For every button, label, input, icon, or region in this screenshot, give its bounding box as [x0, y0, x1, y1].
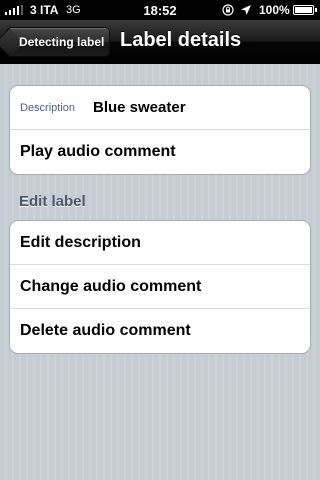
location-arrow-icon — [241, 5, 251, 15]
rotation-lock-icon — [222, 4, 234, 16]
description-key: Description — [20, 102, 76, 114]
back-button-label: Detecting label — [19, 35, 105, 49]
play-audio-comment-row[interactable]: Play audio comment — [10, 130, 310, 174]
change-audio-comment-row[interactable]: Change audio comment — [10, 265, 310, 309]
navigation-bar: Detecting label Label details — [0, 20, 320, 64]
battery-tip — [315, 8, 317, 12]
status-bar: 3 ITA 3G 18:52 100% — [0, 0, 320, 20]
edit-description-label: Edit description — [20, 234, 141, 251]
description-value: Blue sweater — [93, 99, 186, 116]
delete-audio-comment-label: Delete audio comment — [20, 322, 191, 339]
change-audio-comment-label: Change audio comment — [20, 278, 202, 295]
label-info-group: Description Blue sweater Play audio comm… — [9, 85, 311, 175]
back-button[interactable]: Detecting label — [6, 27, 110, 57]
battery-icon — [293, 5, 314, 15]
battery-percent: 100% — [259, 3, 290, 17]
description-row: Description Blue sweater — [10, 86, 310, 130]
play-audio-comment-label: Play audio comment — [20, 143, 176, 160]
edit-description-row[interactable]: Edit description — [10, 221, 310, 265]
section-header-edit-label: Edit label — [19, 193, 86, 210]
page-title: Label details — [120, 29, 242, 51]
delete-audio-comment-row[interactable]: Delete audio comment — [10, 309, 310, 353]
edit-label-group: Edit description Change audio comment De… — [9, 220, 311, 354]
